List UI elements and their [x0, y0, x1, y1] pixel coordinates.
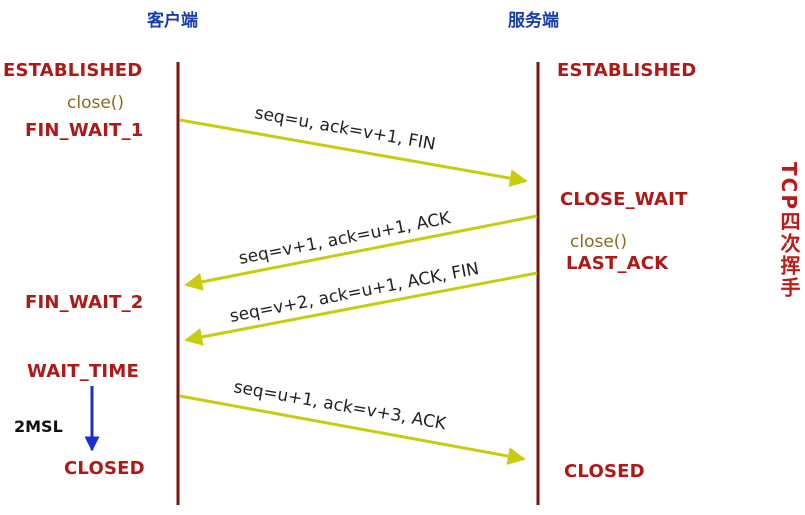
message-fin-label: seq=u, ack=v+1, FIN: [253, 103, 437, 155]
sequence-diagram: seq=u, ack=v+1, FIN seq=v+1, ack=u+1, AC…: [84, 62, 540, 505]
message-final-ack: seq=u+1, ack=v+3, ACK: [179, 377, 526, 465]
message-ack-1: seq=v+1, ack=u+1, ACK: [184, 208, 538, 291]
message-fin: seq=u, ack=v+1, FIN: [179, 103, 528, 188]
message-ack-fin: seq=v+2, ack=u+1, ACK, FIN: [184, 259, 538, 346]
